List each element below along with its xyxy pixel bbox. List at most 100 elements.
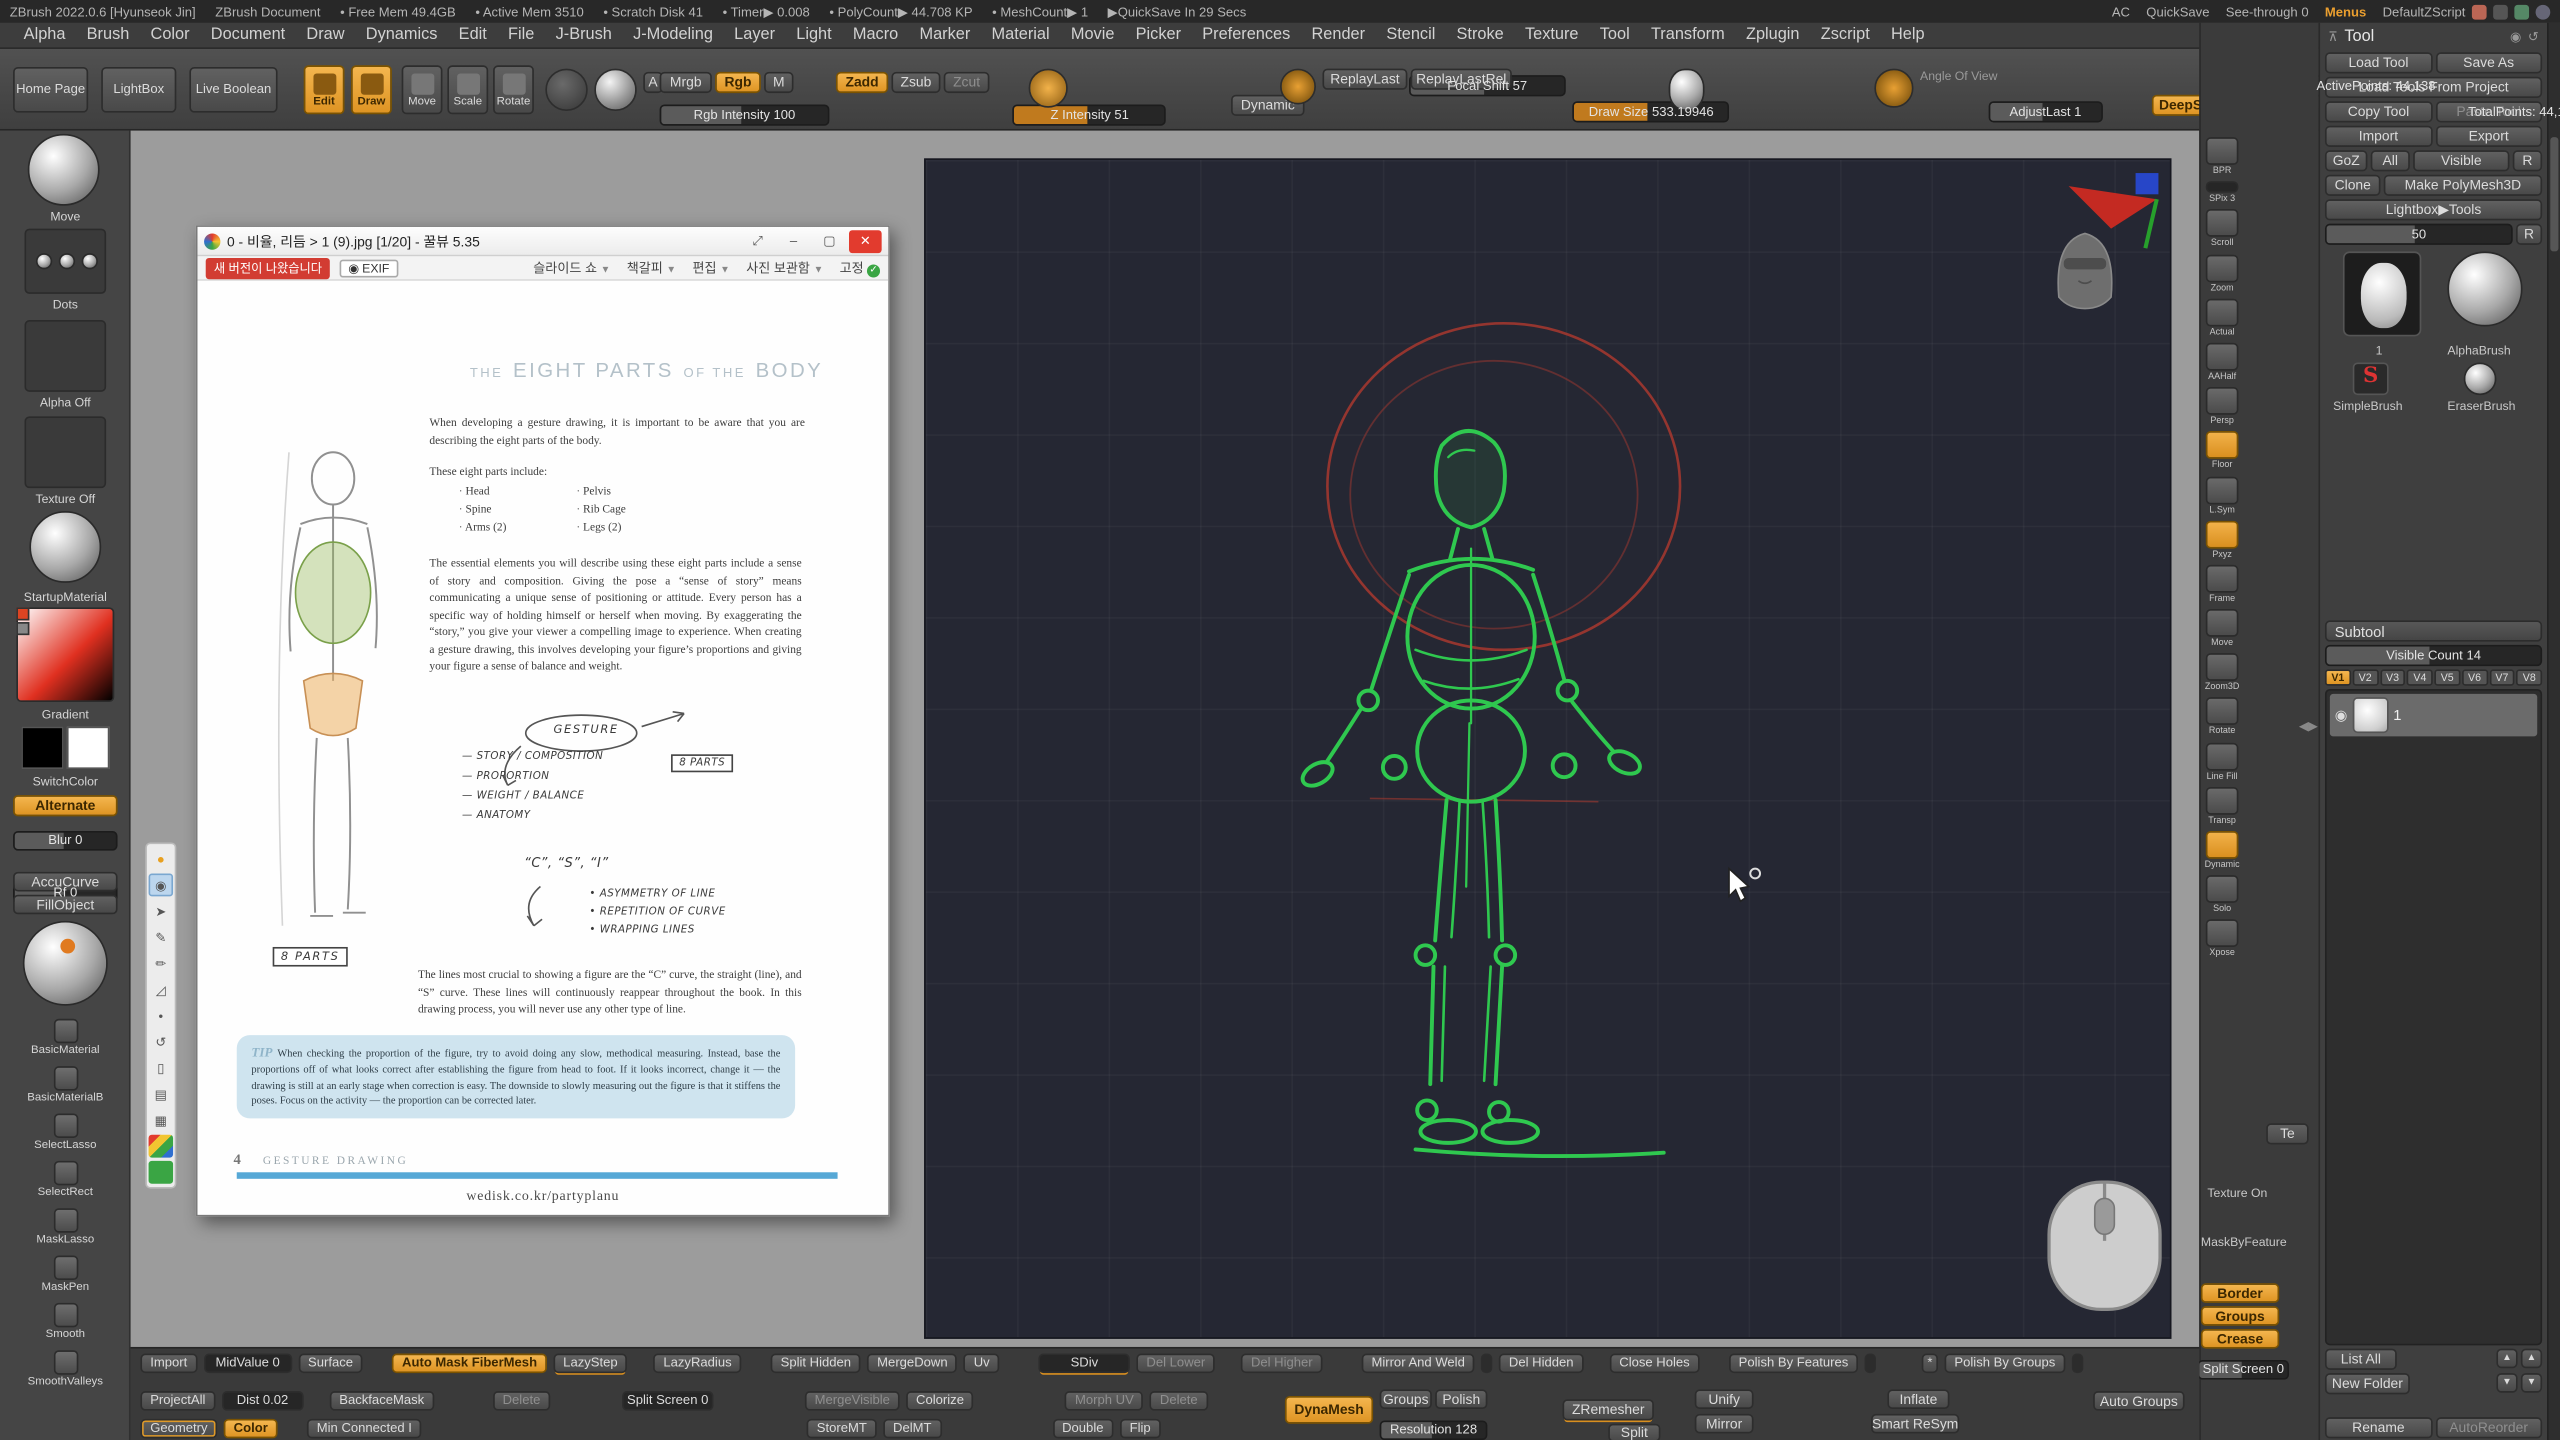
- menu-item[interactable]: Movie: [1060, 26, 1125, 44]
- bottom-button[interactable]: SDiv: [1039, 1354, 1130, 1374]
- shelf-item[interactable]: SelectRect: [0, 1161, 131, 1208]
- eraser-brush-thumbnail[interactable]: [2464, 362, 2497, 395]
- adjust-last-slider[interactable]: AdjustLast 1: [1988, 101, 2102, 122]
- image-icon[interactable]: ▦: [149, 1109, 173, 1132]
- menu-item[interactable]: Texture: [1514, 26, 1589, 44]
- right-strip-button[interactable]: Line Fill: [2204, 742, 2240, 781]
- viewer-menu-item[interactable]: 슬라이드 쇼 ▼: [533, 259, 610, 277]
- sliders-icon[interactable]: [2493, 4, 2508, 19]
- tool-slider-50[interactable]: 50: [2325, 224, 2513, 245]
- bottom-button[interactable]: Min Connected I: [307, 1419, 422, 1439]
- export-button[interactable]: Export: [2435, 126, 2542, 147]
- bottom-button[interactable]: Double: [1052, 1419, 1113, 1439]
- right-strip-button[interactable]: Dynamic: [2204, 831, 2240, 870]
- shelf-item[interactable]: BasicMaterial: [0, 1019, 131, 1066]
- goz-visible-button[interactable]: Visible: [2413, 150, 2509, 171]
- subtool-tab[interactable]: V1: [2325, 669, 2351, 685]
- bottom-button[interactable]: Delete: [1150, 1391, 1207, 1411]
- bottom-button[interactable]: DelMT: [883, 1419, 941, 1439]
- right-strip-button[interactable]: Xpose: [2204, 920, 2240, 959]
- import-button[interactable]: Import: [2325, 126, 2432, 147]
- menu-item[interactable]: Picker: [1125, 26, 1192, 44]
- right-strip-button[interactable]: SPix 3: [2204, 182, 2240, 205]
- eye-icon[interactable]: ◉: [149, 873, 173, 896]
- zremesher-split-button[interactable]: Split: [1608, 1424, 1660, 1440]
- titlebar-button[interactable]: Menus: [2325, 4, 2366, 19]
- subtool-down-button[interactable]: ▼: [2496, 1373, 2517, 1393]
- subtool-row[interactable]: ◉ 1: [2330, 694, 2537, 736]
- scale-mode-button[interactable]: Scale: [447, 65, 488, 114]
- bottom-button[interactable]: Mirror And Weld: [1362, 1354, 1475, 1374]
- right-strip-button[interactable]: Move: [2204, 609, 2240, 648]
- pen-icon[interactable]: ✎: [149, 926, 173, 949]
- subtool-section-header[interactable]: Subtool: [2325, 620, 2542, 641]
- pencil-icon[interactable]: ✏: [149, 952, 173, 975]
- menu-item[interactable]: Light: [786, 26, 843, 44]
- subtool-tab[interactable]: V7: [2489, 669, 2515, 685]
- border-button[interactable]: Border: [2201, 1283, 2279, 1303]
- bottom-button[interactable]: Import: [140, 1354, 197, 1374]
- bottom-button[interactable]: Dist 0.02: [222, 1391, 304, 1411]
- menu-item[interactable]: J-Modeling: [622, 26, 723, 44]
- menu-item[interactable]: Transform: [1640, 26, 1735, 44]
- home-page-button[interactable]: Home Page: [13, 67, 88, 113]
- make-polymesh3d-button[interactable]: Make PolyMesh3D: [2384, 175, 2542, 196]
- rgb-button[interactable]: Rgb: [715, 72, 761, 93]
- draw-size-icon[interactable]: [1029, 69, 1068, 108]
- visible-count-slider[interactable]: Visible Count 14: [2325, 645, 2542, 666]
- bottom-button[interactable]: Del Higher: [1241, 1354, 1322, 1374]
- menu-item[interactable]: Brush: [76, 26, 140, 44]
- new-folder-button[interactable]: New Folder: [2325, 1373, 2410, 1394]
- menu-item[interactable]: Dynamics: [355, 26, 448, 44]
- bulb-icon[interactable]: ●: [149, 847, 173, 870]
- current-material-sphere[interactable]: [23, 921, 108, 1006]
- menu-item[interactable]: J-Brush: [545, 26, 622, 44]
- material-thumbnail[interactable]: [29, 511, 101, 583]
- mirror-button[interactable]: Mirror: [1695, 1414, 1754, 1434]
- subtool-up-button[interactable]: ▲: [2496, 1349, 2517, 1369]
- titlebar-button[interactable]: QuickSave: [2146, 4, 2209, 19]
- ruler-icon[interactable]: ◿: [149, 978, 173, 1001]
- bottom-button[interactable]: Colorize: [906, 1391, 974, 1411]
- maximize-icon[interactable]: ▢: [813, 229, 846, 252]
- dot-icon[interactable]: •: [149, 1004, 173, 1027]
- bottom-button[interactable]: LazyRadius: [654, 1354, 742, 1374]
- subtool-tab[interactable]: V5: [2434, 669, 2460, 685]
- blur-slider[interactable]: Blur 0: [13, 830, 117, 850]
- bottom-button[interactable]: Polish By Features: [1729, 1354, 1858, 1374]
- shelf-item[interactable]: MaskPen: [0, 1256, 131, 1303]
- bottom-button[interactable]: Auto Mask FiberMesh: [392, 1354, 547, 1374]
- bottom-button[interactable]: Del Hidden: [1499, 1354, 1583, 1374]
- bottom-button[interactable]: MergeVisible: [805, 1391, 900, 1411]
- menu-item[interactable]: Stencil: [1376, 26, 1446, 44]
- subtool-up2-button[interactable]: ▲: [2521, 1349, 2542, 1369]
- autoreorder-button[interactable]: AutoReorder: [2435, 1417, 2542, 1438]
- texture-on-label[interactable]: Texture On: [2207, 1185, 2267, 1200]
- menu-item[interactable]: Help: [1880, 26, 1935, 44]
- stroke-type-icon[interactable]: [545, 69, 587, 111]
- menu-item[interactable]: Draw: [296, 26, 355, 44]
- shelf-item[interactable]: SmoothValleys: [0, 1350, 131, 1397]
- save-as-button[interactable]: Save As: [2435, 52, 2542, 73]
- resolution-slider[interactable]: Resolution 128: [1380, 1420, 1488, 1440]
- bottom-button[interactable]: Polish By Groups: [1945, 1354, 2066, 1374]
- shelf-item[interactable]: Smooth: [0, 1303, 131, 1350]
- menu-item[interactable]: File: [497, 26, 545, 44]
- palette-icon[interactable]: [149, 1135, 173, 1158]
- menu-item[interactable]: Zplugin: [1735, 26, 1810, 44]
- bottom-button[interactable]: Geometry: [140, 1419, 217, 1439]
- scrollbar-thumb[interactable]: [2550, 137, 2558, 251]
- partial-panel-button[interactable]: Te: [2266, 1123, 2308, 1144]
- grid-icon[interactable]: [2514, 4, 2529, 19]
- subtool-tab[interactable]: V6: [2462, 669, 2488, 685]
- subtool-down2-button[interactable]: ▼: [2521, 1373, 2542, 1393]
- load-tool-button[interactable]: Load Tool: [2325, 52, 2432, 73]
- dynamesh-button[interactable]: DynaMesh: [1285, 1396, 1373, 1424]
- panel-menu-icon[interactable]: ◉: [2510, 29, 2521, 44]
- simple-brush-thumbnail[interactable]: S: [2353, 362, 2389, 395]
- dynamesh-groups-button[interactable]: Groups: [1380, 1389, 1432, 1409]
- titlebar-button[interactable]: See-through 0: [2226, 4, 2309, 19]
- clone-button[interactable]: Clone: [2325, 175, 2381, 196]
- menu-item[interactable]: Edit: [448, 26, 497, 44]
- menu-item[interactable]: Color: [140, 26, 200, 44]
